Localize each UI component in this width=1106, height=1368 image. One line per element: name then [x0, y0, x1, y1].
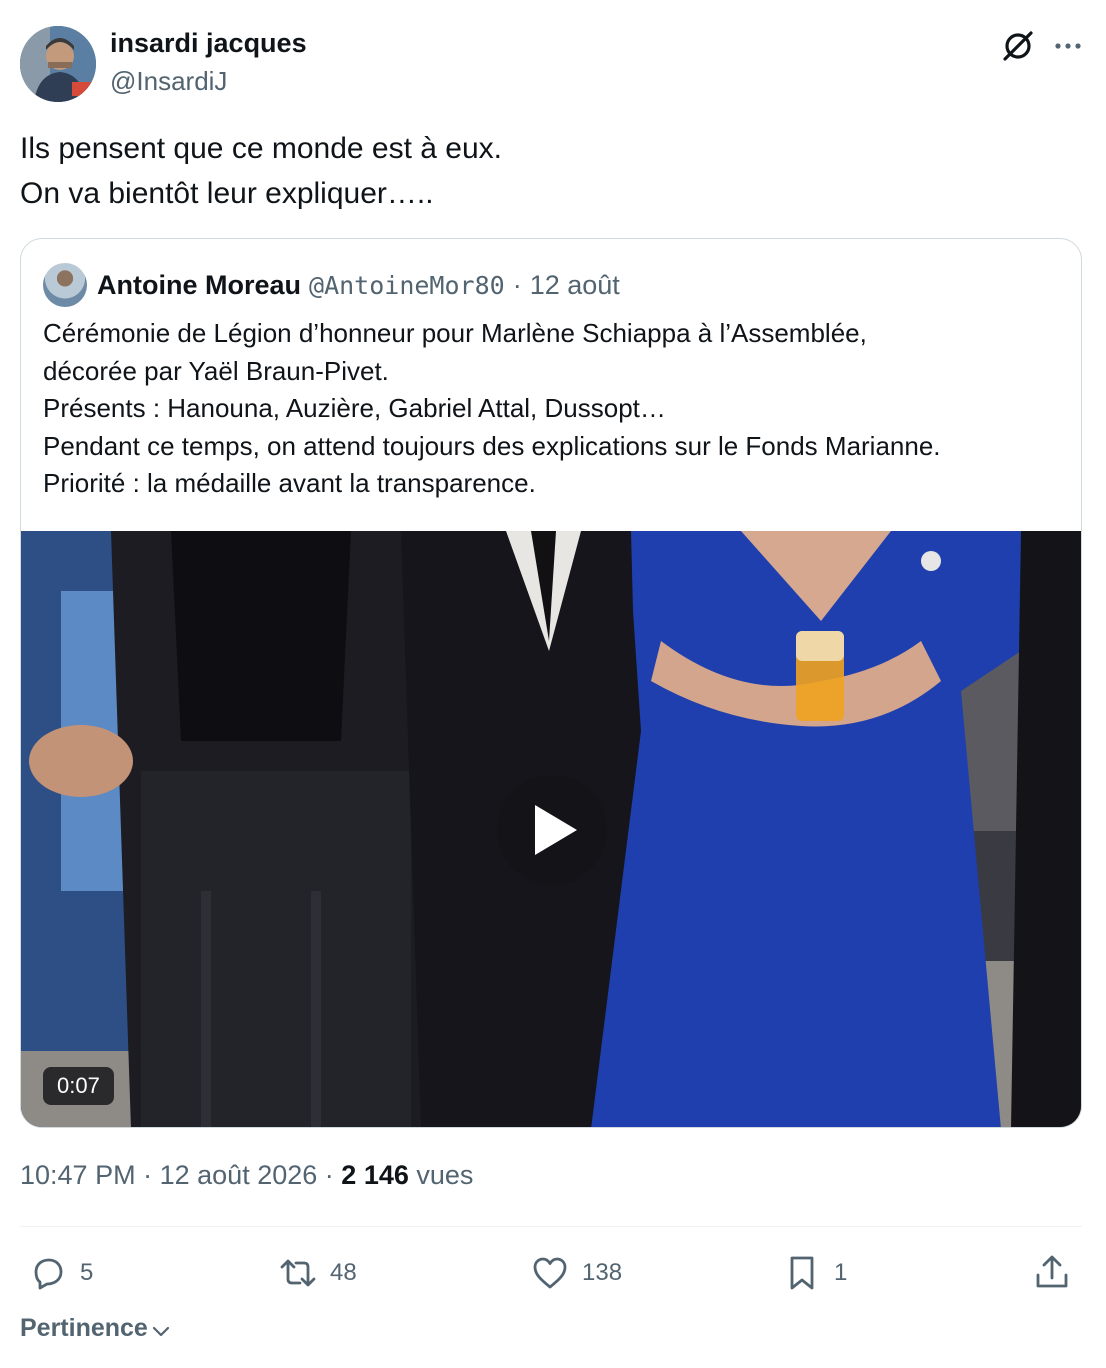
- tweet-time[interactable]: 10:47 PM: [20, 1160, 136, 1190]
- reply-icon: [34, 1258, 63, 1290]
- reply-count: 5: [80, 1259, 94, 1286]
- avatar-photo: [20, 26, 96, 102]
- repost-button[interactable]: 48: [278, 1248, 357, 1298]
- like-button[interactable]: 138: [530, 1248, 622, 1298]
- quoted-tweet[interactable]: Antoine Moreau @AntoineMor80 · 12 août C…: [20, 238, 1082, 1128]
- grok-icon[interactable]: [1000, 28, 1036, 64]
- play-button[interactable]: [497, 775, 607, 885]
- quoted-author-handle[interactable]: @AntoineMor80: [309, 271, 505, 300]
- quoted-line: Cérémonie de Légion d’honneur pour Marlè…: [43, 318, 867, 348]
- separator-dot: ·: [324, 1160, 334, 1190]
- tweet-text: Ils pensent que ce monde est à eux. On v…: [20, 126, 1080, 216]
- author-handle[interactable]: @InsardiJ: [110, 66, 227, 97]
- quoted-tweet-date[interactable]: 12 août: [530, 270, 620, 301]
- play-icon: [535, 805, 577, 855]
- video-player[interactable]: 0:07: [21, 531, 1081, 1127]
- separator-dot: ·: [143, 1160, 153, 1190]
- reply-button[interactable]: 5: [28, 1248, 93, 1298]
- bookmark-button[interactable]: 1: [782, 1248, 847, 1298]
- author-name[interactable]: insardi jacques: [110, 28, 307, 59]
- tweet-date[interactable]: 12 août 2026: [160, 1160, 318, 1190]
- quoted-tweet-text: Cérémonie de Légion d’honneur pour Marlè…: [43, 315, 1073, 503]
- tweet-line: On va bientôt leur expliquer…..: [20, 177, 434, 210]
- tweet-header: insardi jacques @InsardiJ: [20, 24, 1086, 104]
- separator-dot: ·: [512, 269, 522, 300]
- repost-icon: [280, 1259, 316, 1287]
- quoted-author-name[interactable]: Antoine Moreau: [97, 270, 301, 301]
- chevron-down-icon: [152, 1326, 169, 1336]
- action-bar: 5 48 138 1: [20, 1248, 1082, 1298]
- sort-dropdown[interactable]: Pertinence: [20, 1314, 172, 1343]
- repost-count: 48: [330, 1259, 357, 1286]
- share-button[interactable]: [1032, 1248, 1084, 1298]
- quoted-line: Présents : Hanouna, Auzière, Gabriel Att…: [43, 393, 666, 423]
- views-label: vues: [416, 1160, 474, 1190]
- like-count: 138: [582, 1259, 623, 1286]
- tweet-line: Ils pensent que ce monde est à eux.: [20, 132, 502, 165]
- divider: [20, 1226, 1082, 1227]
- tweet-meta: 10:47 PM · 12 août 2026 · 2 146 vues: [20, 1160, 473, 1191]
- quoted-author-avatar[interactable]: [43, 263, 87, 307]
- more-icon[interactable]: [1050, 28, 1086, 64]
- quoted-line: décorée par Yaël Braun-Pivet.: [43, 355, 389, 386]
- bookmark-count: 1: [834, 1259, 848, 1286]
- sort-label: Pertinence: [20, 1314, 148, 1342]
- share-icon: [1036, 1255, 1068, 1288]
- bookmark-icon: [790, 1256, 814, 1290]
- heart-icon: [533, 1257, 567, 1289]
- author-avatar[interactable]: [20, 26, 96, 102]
- views-count: 2 146: [341, 1160, 409, 1190]
- quoted-line: Priorité : la médaille avant la transpar…: [43, 468, 536, 498]
- quoted-line: Pendant ce temps, on attend toujours des…: [43, 430, 941, 461]
- quoted-tweet-header: Antoine Moreau @AntoineMor80 · 12 août: [43, 263, 620, 307]
- video-duration: 0:07: [43, 1067, 114, 1105]
